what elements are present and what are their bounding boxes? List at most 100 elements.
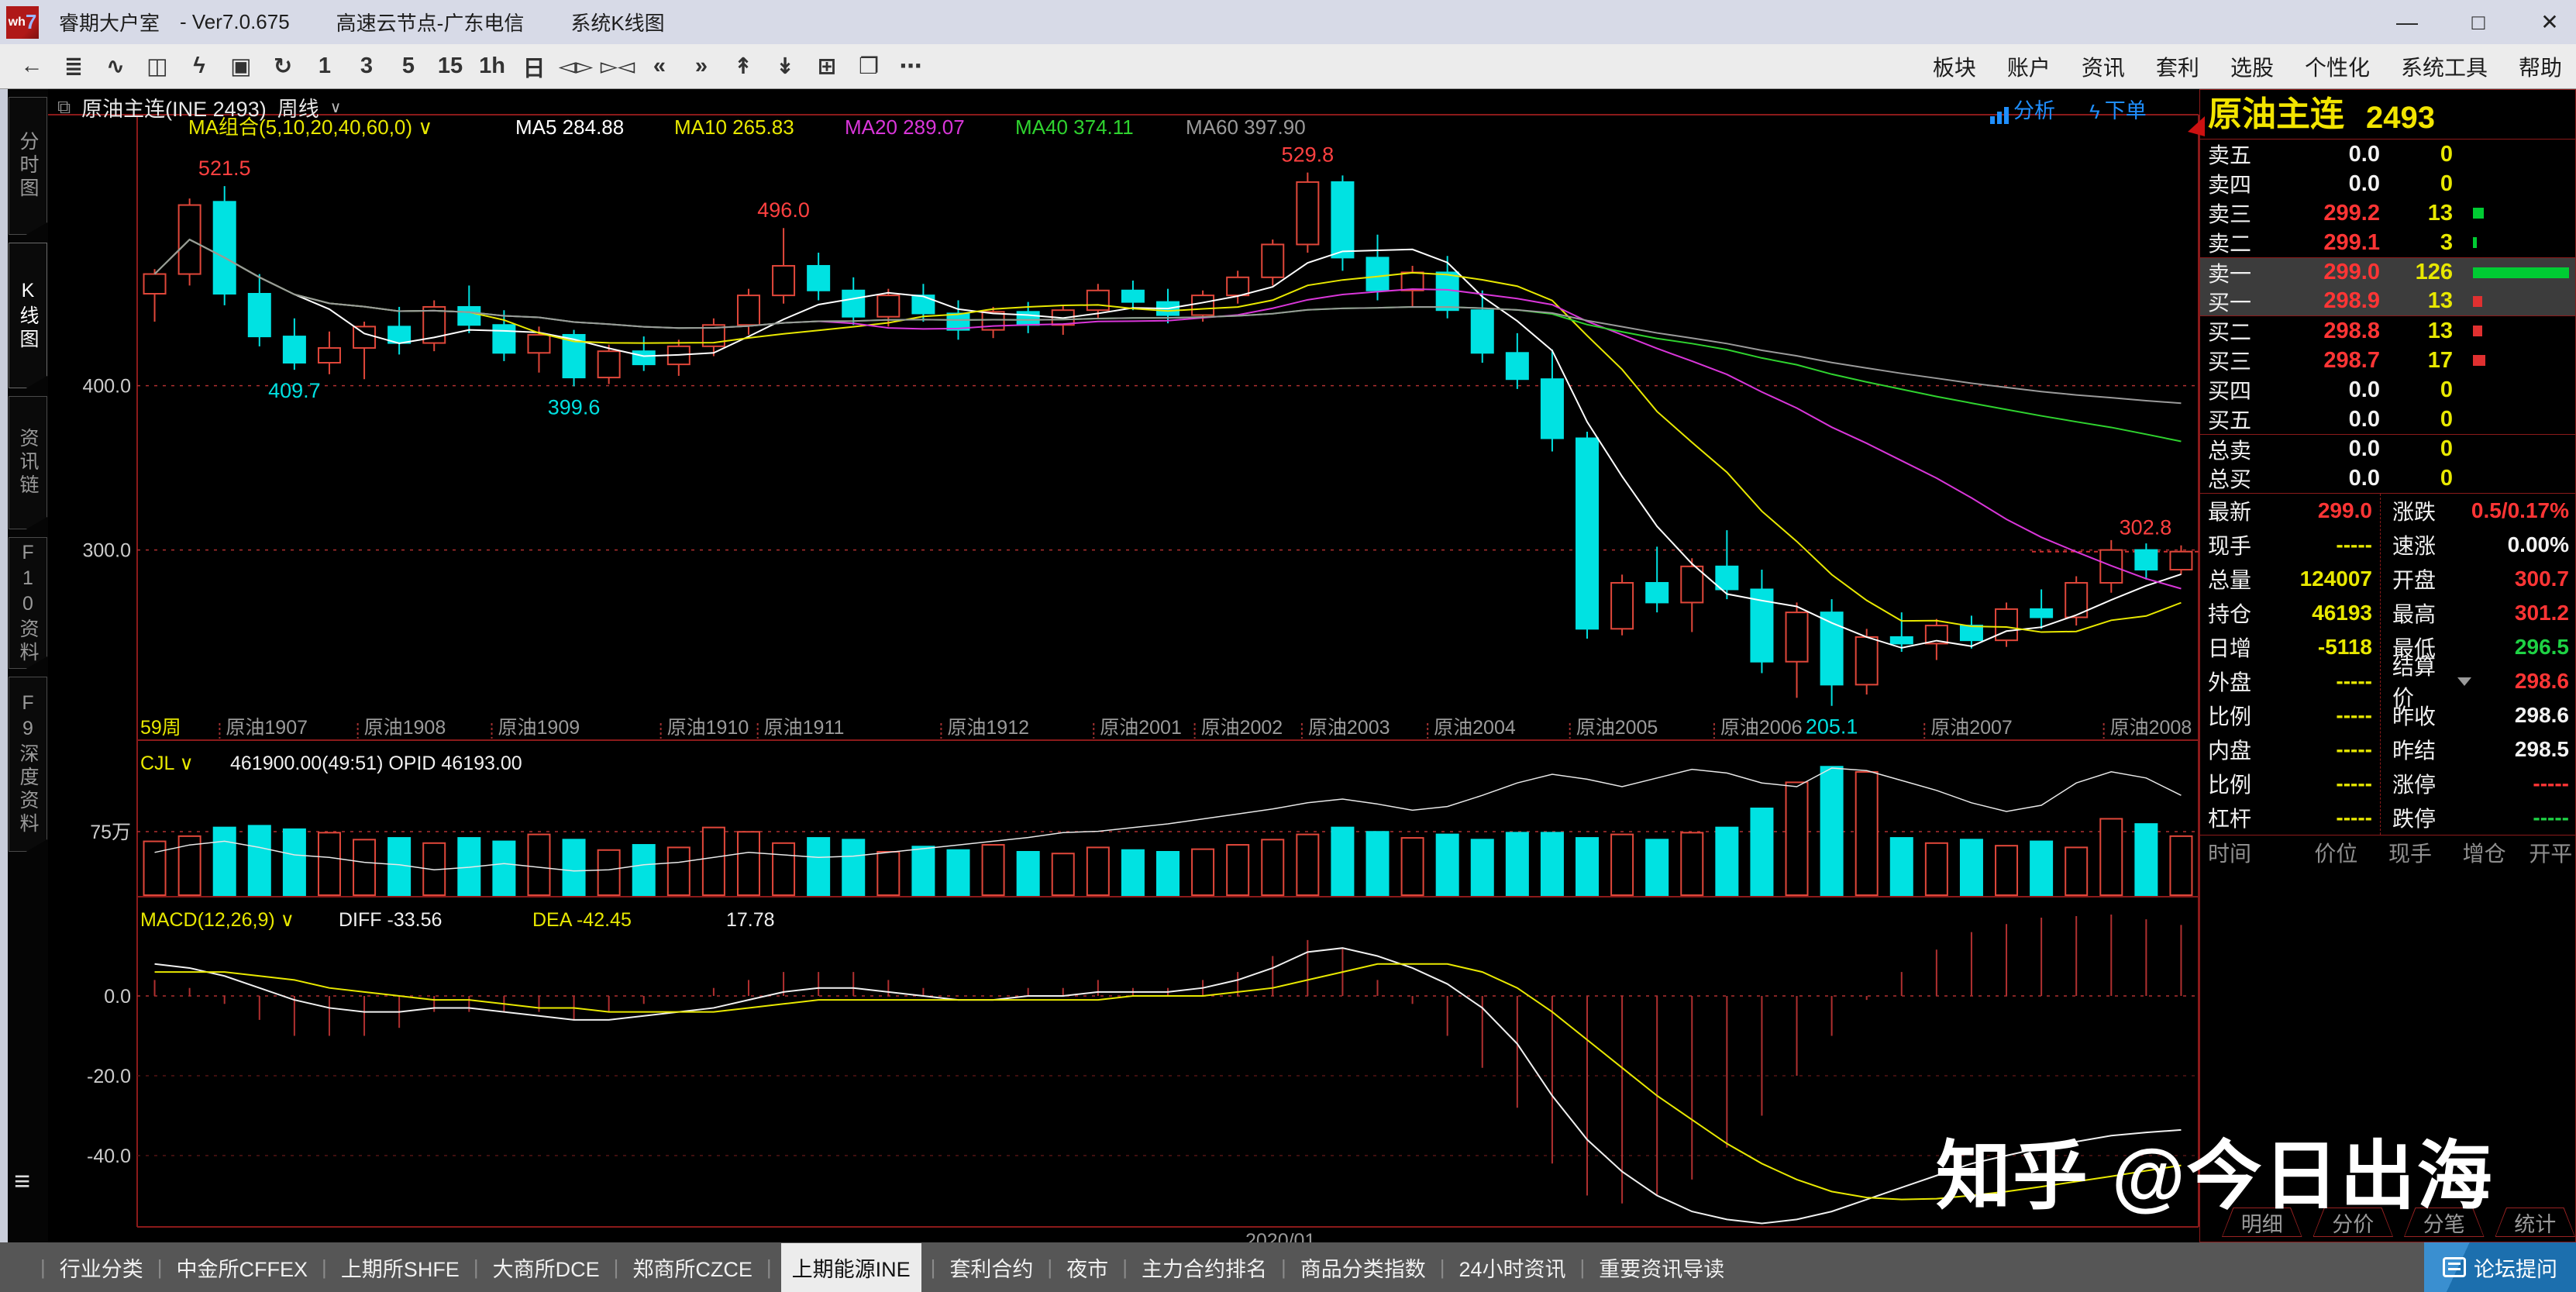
- green-volume-gauge: [2473, 236, 2569, 249]
- sidebar-tab[interactable]: F10资料: [9, 537, 47, 669]
- svg-text:399.6: 399.6: [548, 396, 601, 419]
- sidebar-menu-icon[interactable]: ≡: [14, 1165, 30, 1197]
- order-book-row[interactable]: 总卖0.00: [2200, 434, 2575, 463]
- chevron-down-icon[interactable]: ∨: [330, 98, 342, 117]
- order-book-row[interactable]: 卖一299.0126: [2200, 257, 2575, 287]
- order-book-row[interactable]: 卖四0.00: [2200, 169, 2575, 198]
- svg-text:原油1909: 原油1909: [498, 717, 580, 739]
- save-icon[interactable]: ▣: [223, 50, 259, 84]
- svg-text:75万: 75万: [90, 822, 131, 843]
- svg-text:521.5: 521.5: [198, 157, 251, 180]
- menu-item[interactable]: 个性化: [2305, 51, 2370, 82]
- chart-period-selector[interactable]: 周线: [277, 92, 319, 122]
- page-up-icon[interactable]: ↟: [725, 50, 761, 84]
- menu-item[interactable]: 套利: [2156, 51, 2199, 82]
- app-version: - Ver7.0.675: [180, 10, 290, 34]
- toolbar: ←≣∿◫ϟ▣↻135151h日◅▻▻◅«»↟↡⊞❐⋯ 板块账户资讯套利选股个性化…: [0, 44, 2576, 89]
- panel-tab-统计[interactable]: 统计: [2495, 1208, 2576, 1237]
- exchange-tab[interactable]: 24小时资讯: [1454, 1246, 1570, 1289]
- exchange-tab[interactable]: 夜市: [1062, 1246, 1113, 1289]
- forum-chat-icon: [2443, 1257, 2466, 1277]
- timesales-col: 现手: [2388, 837, 2463, 868]
- timesales-col: 时间: [2200, 837, 2314, 868]
- exchange-tab[interactable]: 行业分类: [55, 1246, 148, 1289]
- exchange-tab[interactable]: 上期能源INE: [781, 1243, 921, 1292]
- minimize-button[interactable]: —: [2392, 10, 2423, 35]
- quote-panel: 原油主连 2493 卖五0.00卖四0.00卖三299.213卖二299.13卖…: [2199, 89, 2576, 1242]
- order-book-row[interactable]: 卖三299.213: [2200, 198, 2575, 228]
- chart-symbol[interactable]: 原油主连(INE 2493): [81, 92, 267, 122]
- watermark: 知乎 @今日出海: [1936, 1115, 2494, 1224]
- title-bar: wh7 睿期大户室 - Ver7.0.675 高速云节点-广东电信 系统K线图 …: [0, 0, 2576, 44]
- exchange-tab[interactable]: 主力合约排名: [1137, 1246, 1272, 1289]
- order-book-row[interactable]: 总买0.00: [2200, 463, 2575, 493]
- sidebar-tab[interactable]: F9深度资料: [9, 677, 47, 852]
- svg-text:原油1907: 原油1907: [226, 717, 308, 739]
- timesales-header: 时间价位现手增仓开平: [2200, 835, 2575, 869]
- candlestick-icon[interactable]: ◫: [139, 50, 175, 84]
- menu-item[interactable]: 帮助: [2519, 51, 2562, 82]
- menu-item[interactable]: 系统工具: [2401, 51, 2488, 82]
- bar-chart-icon: [1990, 105, 2009, 124]
- exchange-tab[interactable]: 郑商所CZCE: [628, 1246, 757, 1289]
- maximize-button[interactable]: □: [2463, 10, 2494, 35]
- forum-button[interactable]: 论坛提问: [2424, 1242, 2576, 1292]
- order-book-row[interactable]: 卖五0.00: [2200, 140, 2575, 169]
- period-15min-icon[interactable]: 15: [432, 50, 468, 84]
- exchange-tab[interactable]: 商品分类指数: [1296, 1246, 1431, 1289]
- order-book-row[interactable]: 买五0.00: [2200, 405, 2575, 434]
- sidebar-tab[interactable]: K线图: [9, 243, 47, 388]
- window-layout-icon[interactable]: ❐: [851, 50, 887, 84]
- svg-text:CJL ∨: CJL ∨: [140, 753, 194, 774]
- close-button[interactable]: ✕: [2534, 9, 2565, 35]
- grid-layout-icon[interactable]: ⊞: [809, 50, 845, 84]
- order-book-row[interactable]: 买二298.813: [2200, 316, 2575, 346]
- sidebar-tab[interactable]: 分时图: [9, 97, 47, 235]
- green-volume-gauge: [2473, 207, 2569, 219]
- stat-row: 持仓46193最高301.2: [2200, 596, 2575, 630]
- app-name: 睿期大户室: [59, 8, 160, 36]
- menu-item[interactable]: 板块: [1933, 51, 1976, 82]
- chevron-down-icon[interactable]: [2457, 677, 2471, 686]
- period-5min-icon[interactable]: 5: [391, 50, 426, 84]
- line-chart-icon[interactable]: ∿: [98, 50, 133, 84]
- sidebar-tab[interactable]: 资讯链: [9, 396, 47, 529]
- more-icon[interactable]: ⋯: [893, 50, 928, 84]
- zoom-in-icon[interactable]: ▻◅: [600, 50, 635, 84]
- page-down-icon[interactable]: ↡: [767, 50, 803, 84]
- scroll-left-icon[interactable]: «: [642, 50, 677, 84]
- period-1hour-icon[interactable]: 1h: [474, 50, 510, 84]
- tick-chart-icon[interactable]: ϟ: [181, 50, 217, 84]
- menu-item[interactable]: 资讯: [2082, 51, 2125, 82]
- exchange-tab[interactable]: 重要资讯导读: [1594, 1246, 1729, 1289]
- menu-item[interactable]: 选股: [2230, 51, 2274, 82]
- svg-text:-20.0: -20.0: [87, 1066, 131, 1087]
- kline-chart[interactable]: 400.0300.0MA组合(5,10,20,40,60,0) ∨MA5 284…: [48, 89, 2199, 1242]
- refresh-icon[interactable]: ↻: [265, 50, 301, 84]
- analyze-button[interactable]: 分析: [1990, 94, 2055, 124]
- quote-symbol-name[interactable]: 原油主连: [2208, 86, 2344, 136]
- svg-text:MA5 284.88: MA5 284.88: [515, 115, 624, 139]
- period-day-icon[interactable]: 日: [516, 50, 552, 84]
- menu-item[interactable]: 账户: [2007, 51, 2051, 82]
- back-icon[interactable]: ←: [14, 50, 50, 84]
- exchange-tab[interactable]: 大商所DCE: [488, 1246, 604, 1289]
- stat-row: 总量124007开盘300.7: [2200, 562, 2575, 596]
- order-book-row[interactable]: 买四0.00: [2200, 375, 2575, 405]
- order-book-row[interactable]: 买一298.913: [2200, 287, 2575, 316]
- zoom-out-icon[interactable]: ◅▻: [558, 50, 594, 84]
- period-3min-icon[interactable]: 3: [349, 50, 384, 84]
- svg-text:原油2001: 原油2001: [1100, 717, 1182, 739]
- svg-text:MA40 374.11: MA40 374.11: [1015, 115, 1134, 139]
- scroll-right-icon[interactable]: »: [684, 50, 719, 84]
- exchange-tab[interactable]: 上期所SHFE: [336, 1246, 464, 1289]
- exchange-tab[interactable]: 套利合约: [945, 1246, 1038, 1289]
- report-icon[interactable]: ≣: [56, 50, 91, 84]
- order-button[interactable]: ϟ 下单: [2089, 94, 2147, 124]
- alert-marker-icon: [2188, 116, 2205, 136]
- period-1min-icon[interactable]: 1: [307, 50, 343, 84]
- macd-dea-line: [155, 964, 2182, 1200]
- exchange-tab[interactable]: 中金所CFFEX: [172, 1246, 313, 1289]
- order-book-row[interactable]: 买三298.717: [2200, 346, 2575, 375]
- order-book-row[interactable]: 卖二299.13: [2200, 228, 2575, 257]
